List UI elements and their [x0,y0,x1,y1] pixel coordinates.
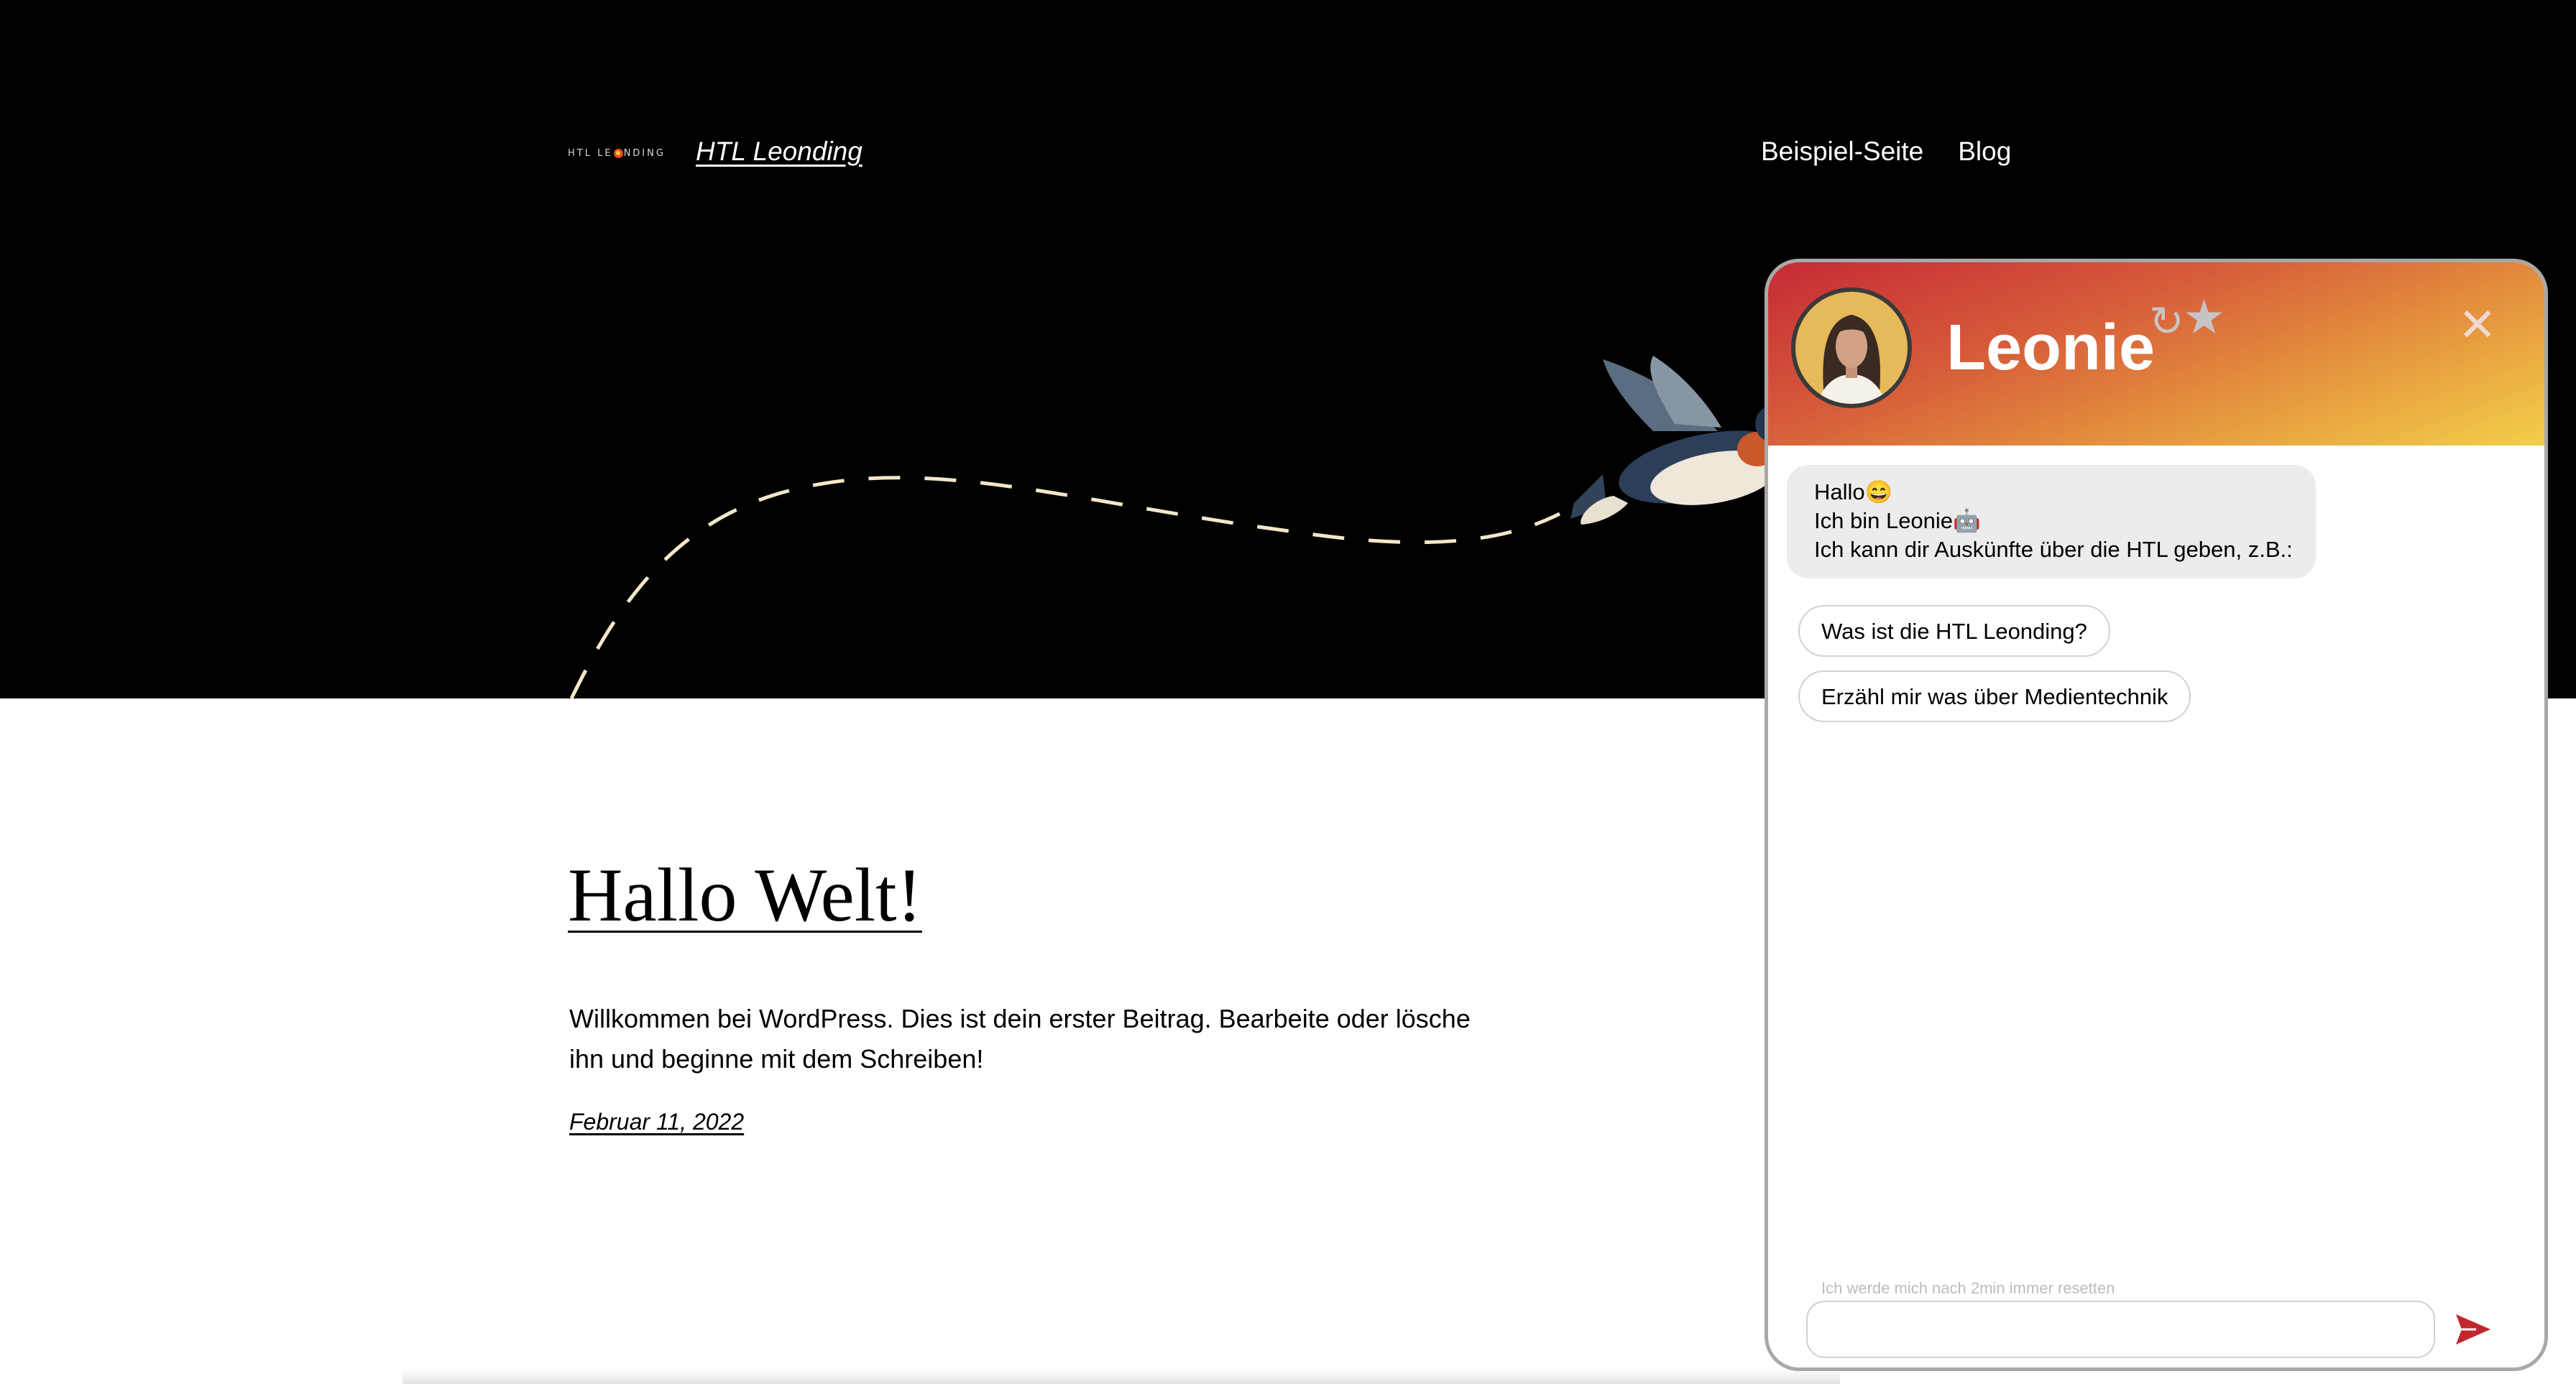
main-nav: Beispiel-Seite Blog [1761,137,2011,167]
message-line: Ich bin Leonie🤖 [1814,508,1981,533]
bird-illustration [1570,356,1793,525]
chat-header: Leonie ↻ ★ ✕ [1768,262,2544,446]
post-excerpt: Willkommen bei WordPress. Dies ist dein … [569,1004,1471,1074]
dashed-flight-path [569,476,1561,698]
nav-link-blog[interactable]: Blog [1958,137,2011,167]
suggestion-button[interactable]: Was ist die HTL Leonding? [1798,605,2110,657]
chatbot-name: Leonie [1946,312,2156,384]
post-title-link[interactable]: Hallo Welt! [568,852,922,939]
send-icon[interactable] [2455,1311,2492,1347]
post-date-link[interactable]: Februar 11, 2022 [569,1109,744,1135]
reset-icon[interactable]: ↻ [2149,297,2184,346]
star-icon[interactable]: ★ [2183,290,2225,345]
suggestion-button[interactable]: Erzähl mir was über Medientechnik [1798,670,2191,722]
reset-hint: Ich werde mich nach 2min immer resetten [1821,1279,2115,1297]
site-title-link[interactable]: HTL Leonding [696,137,862,167]
chat-widget: Leonie ↻ ★ ✕ Hallo😄 Ich bin Leonie🤖 Ich … [1765,259,2548,1371]
avatar-illustration [1817,315,1886,404]
page-bottom-shadow [402,1369,1840,1384]
bot-message: Hallo😄 Ich bin Leonie🤖 Ich kann dir Ausk… [1787,465,2316,578]
close-icon[interactable]: ✕ [2458,298,2497,352]
message-line: Hallo😄 [1814,479,1893,504]
avatar-icon [1791,287,1912,408]
htl-logo-icon[interactable]: HTL LE NDING [568,148,666,159]
chat-input[interactable] [1806,1301,2435,1358]
nav-link-beispiel-seite[interactable]: Beispiel-Seite [1761,137,1923,167]
message-line: Ich kann dir Auskünfte über die HTL gebe… [1814,537,2293,562]
